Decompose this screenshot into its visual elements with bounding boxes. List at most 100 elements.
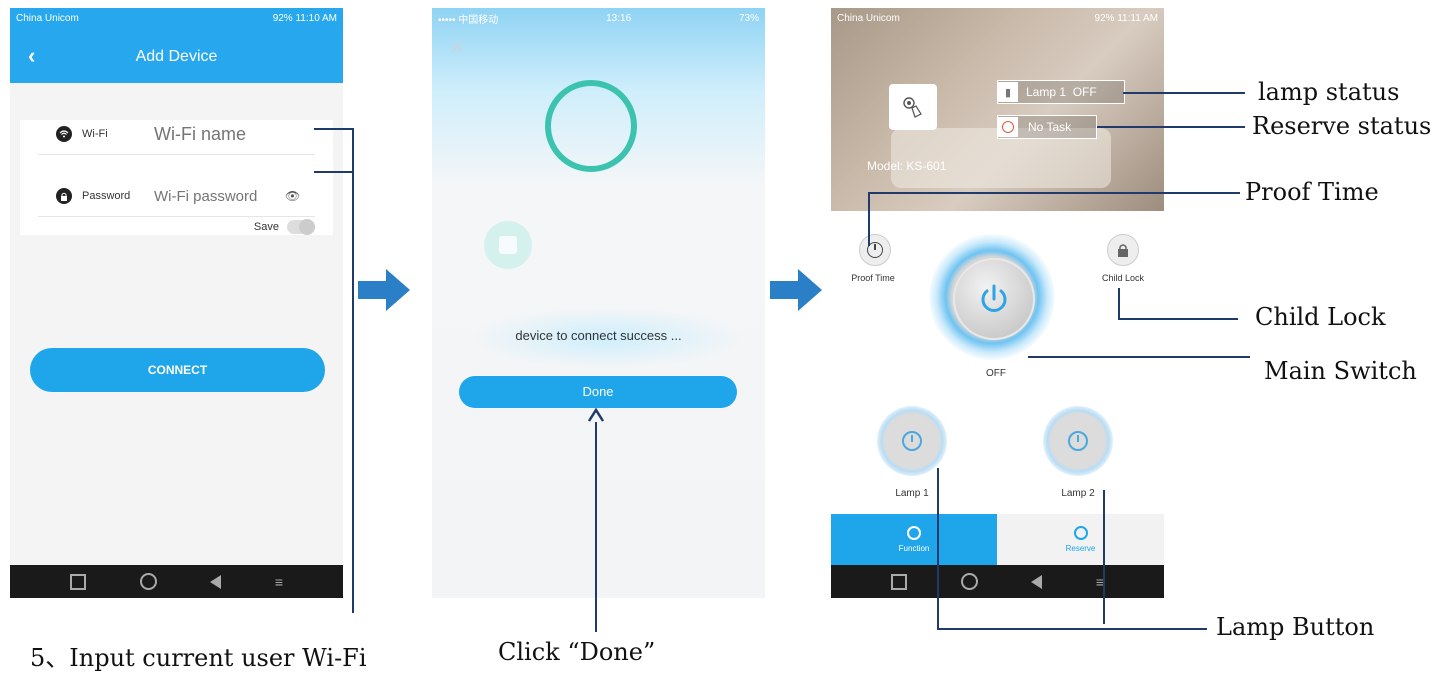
status-right-text: 92% 11:11 AM — [1094, 12, 1158, 24]
phone1-callout-vline — [352, 128, 354, 613]
arrow-up-icon — [587, 407, 605, 422]
reserve-status-annotation: Reserve status — [1252, 112, 1432, 140]
wifi-label: Wi-Fi — [82, 128, 108, 140]
step5-caption: 5、Input current user Wi-Fi — [30, 644, 367, 672]
wifi-name-input[interactable] — [152, 122, 306, 146]
function-icon — [907, 526, 921, 540]
back-nav-icon[interactable] — [210, 574, 222, 589]
connect-label: CONNECT — [147, 363, 208, 377]
click-done-caption: Click “Done” — [498, 638, 656, 666]
main-switch-state: OFF — [986, 368, 1006, 379]
lamp-button-callout-line — [937, 628, 1207, 630]
tab-reserve[interactable]: Reserve — [997, 514, 1164, 565]
lamp1-callout-vline — [937, 468, 939, 630]
tab-reserve-label: Reserve — [1065, 544, 1096, 553]
proof-time-callout-vline — [868, 192, 870, 246]
time-text: 13:16 — [606, 12, 632, 24]
lamp-status-badge: ▮ Lamp 1 OFF — [997, 80, 1125, 104]
lamp2-timer-hand — [1077, 435, 1079, 442]
touch-icon — [903, 97, 922, 118]
status-bar: ••••• 中国移动 13:16 73% — [432, 8, 765, 28]
lamp1-label: Lamp 1 — [895, 488, 929, 499]
wifi-icon — [56, 126, 72, 142]
main-switch-annotation: Main Switch — [1264, 357, 1417, 385]
save-toggle-row: Save — [253, 219, 315, 235]
device-tile[interactable] — [889, 84, 937, 130]
home-nav-icon[interactable] — [960, 573, 978, 590]
square-nav-icon[interactable] — [70, 573, 86, 590]
eye-icon[interactable]: 👁 — [285, 189, 300, 203]
lamp1-timer-hand — [911, 435, 913, 442]
device-icon — [484, 221, 532, 269]
menu-nav-icon[interactable]: ≡ — [275, 574, 283, 590]
tab-function-label: Function — [898, 544, 930, 553]
password-row: Password 👁 — [38, 176, 315, 217]
done-label: Done — [582, 384, 614, 399]
back-nav-icon[interactable] — [1031, 574, 1043, 589]
wifi-password-input[interactable] — [152, 186, 281, 206]
password-callout-line — [314, 171, 354, 173]
phone-connecting: ••••• 中国移动 13:16 73% × device to connect… — [432, 8, 765, 598]
clock-face — [1002, 121, 1014, 133]
child-lock-label: Child Lock — [1101, 273, 1145, 283]
home-nav-icon[interactable] — [139, 573, 157, 590]
reserve-status-badge: No Task — [997, 115, 1097, 139]
connect-button[interactable]: CONNECT — [30, 348, 325, 392]
main-switch-callout-line — [1028, 356, 1250, 358]
battery-text: 73% — [738, 12, 759, 24]
timer-hand — [874, 244, 876, 250]
lamp-status-callout-line — [1123, 92, 1245, 94]
done-button[interactable]: Done — [459, 376, 737, 408]
model-text: Model: KS-601 — [867, 159, 947, 173]
done-callout-line — [595, 422, 597, 632]
reserve-status-callout-line — [1097, 126, 1245, 128]
lamp2-button[interactable] — [1043, 406, 1113, 476]
android-nav-bar: ≡ — [831, 565, 1164, 598]
lamp-button-annotation: Lamp Button — [1216, 613, 1375, 641]
reserve-status-text: No Task — [1028, 120, 1072, 134]
square-nav-icon[interactable] — [891, 573, 907, 590]
carrier-text: China Unicom — [16, 12, 79, 24]
lock-icon — [56, 188, 72, 204]
password-label: Password — [82, 190, 131, 202]
proof-time-label: Proof Time — [851, 273, 895, 283]
lamp-status-icon: ▮ — [998, 82, 1018, 102]
power-icon — [981, 284, 1007, 312]
carrier-text: ••••• 中国移动 — [438, 14, 499, 26]
proof-time-button[interactable] — [859, 234, 891, 266]
lamp2-label: Lamp 2 — [1061, 488, 1095, 499]
close-icon[interactable]: × — [450, 34, 464, 62]
device-square-icon — [499, 236, 517, 254]
lamp1-button[interactable] — [877, 406, 947, 476]
lamp2-timer-icon — [1068, 431, 1088, 451]
phone-add-device: China Unicom 92% 11:10 AM ‹ Add Device W… — [10, 8, 343, 598]
child-lock-button[interactable] — [1107, 234, 1139, 266]
save-toggle[interactable] — [287, 219, 315, 235]
main-switch-button[interactable] — [953, 258, 1035, 340]
status-bar: China Unicom 92% 11:11 AM — [831, 8, 1164, 28]
success-message: device to connect success ... — [515, 328, 682, 343]
wifi-row: Wi-Fi — [38, 114, 315, 155]
proof-time-annotation: Proof Time — [1245, 178, 1379, 206]
wifi-callout-line — [314, 128, 354, 130]
lamp2-callout-vline — [1103, 490, 1105, 624]
child-lock-annotation: Child Lock — [1255, 303, 1386, 331]
android-nav-bar: ≡ — [10, 565, 343, 598]
padlock-icon — [1118, 244, 1128, 257]
child-lock-callout-vline — [1118, 288, 1120, 320]
page-title: Add Device — [135, 48, 218, 65]
arrow-right-icon — [358, 269, 410, 311]
lamp1-timer-icon — [902, 431, 922, 451]
room-background — [831, 8, 1164, 211]
lamp-status-text: Lamp 1 OFF — [1026, 85, 1097, 99]
phone-control-panel: China Unicom 92% 11:11 AM ▮ Lamp 1 OFF N… — [831, 8, 1164, 598]
proof-time-callout-line — [868, 192, 1240, 194]
status-right-text: 92% 11:10 AM — [272, 12, 337, 24]
alarm-clock-icon — [1073, 526, 1088, 540]
status-bar: China Unicom 92% 11:10 AM — [10, 8, 343, 28]
lamp-status-annotation: lamp status — [1258, 78, 1400, 106]
carrier-text: China Unicom — [837, 12, 900, 24]
save-label: Save — [253, 221, 279, 233]
progress-ring — [545, 80, 637, 172]
tab-function[interactable]: Function — [831, 514, 997, 565]
